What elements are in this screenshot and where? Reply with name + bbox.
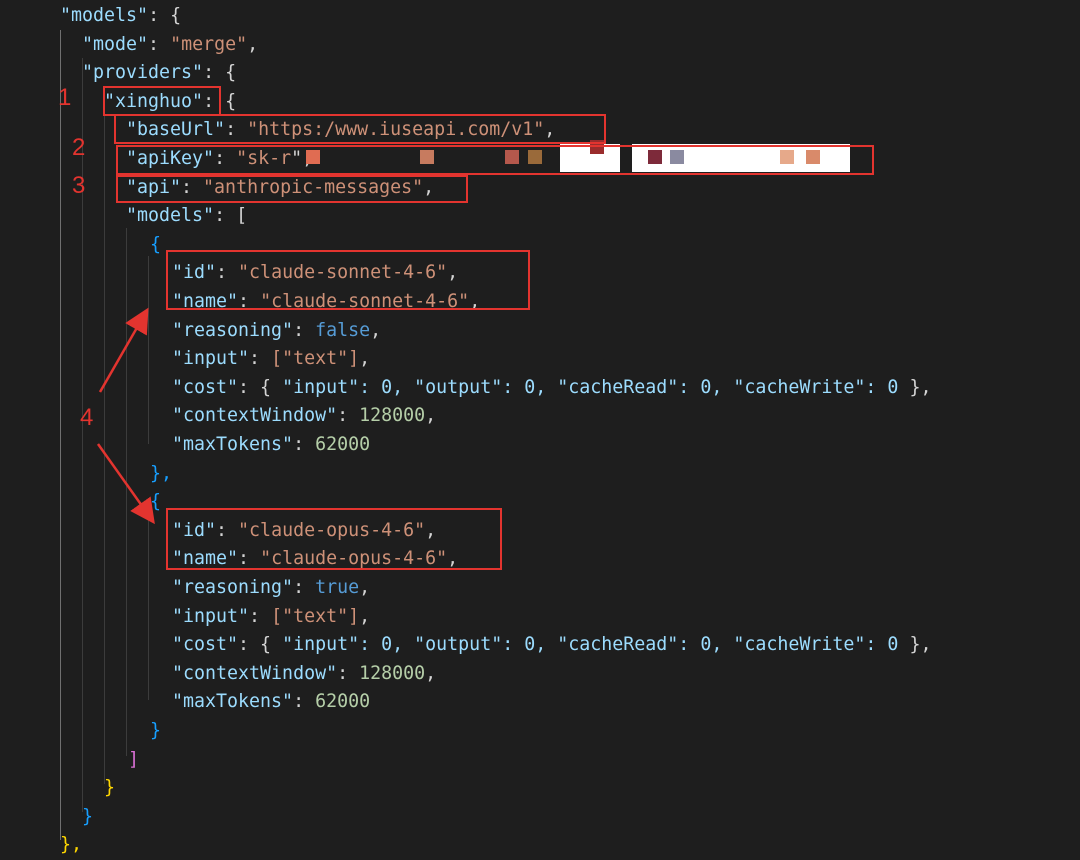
json-punct: : [293, 691, 316, 713]
json-punct: : [148, 33, 171, 55]
json-key: "models" [60, 5, 149, 26]
code-line: }, [60, 831, 82, 859]
code-line: "mode": "merge", [82, 31, 258, 59]
json-key: "input" [172, 605, 250, 627]
code-line: } [104, 774, 115, 802]
json-key: "reasoning" [172, 319, 294, 341]
code-bracket: } [104, 777, 116, 799]
json-punct: : { [148, 5, 182, 26]
editor-gutter [0, 0, 40, 860]
code-line: "input": ["text"], [172, 345, 370, 373]
highlight-box-apikey [116, 145, 874, 175]
json-punct: }, [898, 634, 932, 656]
json-key: "cost" [172, 376, 239, 398]
json-key: "reasoning" [172, 577, 294, 598]
indent-guide [104, 114, 105, 784]
json-punct: , [359, 577, 371, 598]
json-key: "models" [126, 205, 215, 227]
json-string-value: "merge" [170, 33, 248, 55]
arrow-to-sonnet [98, 307, 149, 393]
json-object-value: "input": 0, "output": 0, "cacheRead": 0,… [282, 634, 899, 656]
code-line: "reasoning": true, [172, 574, 370, 602]
json-punct: : [249, 348, 272, 370]
code-line: { [150, 231, 161, 259]
code-line: "providers": { [82, 59, 236, 87]
code-line: "maxTokens": 62000 [172, 688, 370, 716]
highlight-box-sonnet-id-name [166, 250, 530, 310]
json-punct: : [293, 577, 316, 598]
code-line: "reasoning": false, [172, 317, 381, 345]
code-line: } [82, 803, 93, 831]
json-number-value: 128000 [359, 662, 426, 684]
code-line: { [150, 488, 161, 516]
json-bool-value: false [315, 319, 371, 341]
code-bracket: }, [150, 462, 173, 484]
json-array-value: ["text"] [271, 348, 360, 370]
code-line: "input": ["text"], [172, 603, 370, 631]
json-punct: : [293, 434, 316, 455]
json-number-value: 62000 [315, 434, 371, 455]
json-number-value: 128000 [359, 405, 426, 427]
indent-guide [126, 228, 127, 756]
json-punct: , [370, 319, 382, 341]
json-bool-value: true [315, 577, 360, 598]
code-line: "cost": { "input": 0, "output": 0, "cach… [172, 374, 931, 402]
code-line: ] [128, 746, 139, 774]
annotation-label-1: 1 [58, 84, 72, 111]
json-punct: , [247, 33, 259, 55]
annotation-label-3: 3 [72, 172, 86, 199]
json-number-value: 62000 [315, 691, 371, 713]
code-bracket: } [82, 805, 94, 827]
json-punct: , [359, 348, 371, 370]
highlight-box-opus-id-name [166, 508, 502, 570]
json-punct: , [359, 605, 371, 627]
indent-guide [60, 30, 61, 840]
code-bracket: { [150, 233, 162, 255]
json-punct: : { [238, 376, 283, 398]
code-line: "contextWindow": 128000, [172, 402, 436, 430]
json-key: "input" [172, 348, 250, 370]
highlight-box-baseurl [114, 114, 606, 144]
json-punct: , [425, 405, 437, 427]
json-punct: , [425, 662, 437, 684]
code-line: }, [150, 460, 172, 488]
json-key: "maxTokens" [172, 691, 294, 713]
json-key: "maxTokens" [172, 434, 294, 455]
json-array-value: ["text"] [271, 605, 360, 627]
code-line: "maxTokens": 62000 [172, 431, 370, 459]
json-object-value: "input": 0, "output": 0, "cacheRead": 0,… [282, 376, 899, 398]
highlight-box-api [116, 175, 468, 203]
json-key: "cost" [172, 634, 239, 656]
json-punct: : [337, 662, 360, 684]
code-line: "contextWindow": 128000, [172, 660, 436, 688]
highlight-box-xinghuo [103, 86, 221, 116]
code-bracket: ] [128, 748, 140, 770]
annotation-label-4: 4 [80, 404, 94, 431]
code-line: } [150, 717, 161, 745]
json-punct: : [249, 605, 272, 627]
json-key: "providers" [82, 62, 204, 84]
code-line: "models": [ [126, 202, 247, 230]
code-editor: "models": {"mode": "merge", "providers": … [0, 0, 1080, 860]
indent-guide [148, 256, 149, 444]
json-key: "contextWindow" [172, 662, 338, 684]
json-punct: }, [898, 376, 932, 398]
code-bracket: }, [60, 834, 83, 856]
code-bracket: { [150, 491, 162, 513]
json-punct: : [293, 319, 316, 341]
code-line: "models": { [60, 2, 181, 30]
code-bracket: } [150, 720, 162, 741]
json-key: "mode" [82, 33, 149, 55]
annotation-label-2: 2 [72, 134, 86, 161]
json-punct: : [337, 405, 360, 427]
json-punct: : [ [214, 205, 248, 227]
code-line: "cost": { "input": 0, "output": 0, "cach… [172, 631, 931, 659]
json-punct: : { [238, 634, 283, 656]
json-key: "contextWindow" [172, 405, 338, 427]
json-punct: : { [203, 62, 237, 84]
arrow-to-opus [96, 443, 155, 525]
indent-guide [148, 512, 149, 700]
